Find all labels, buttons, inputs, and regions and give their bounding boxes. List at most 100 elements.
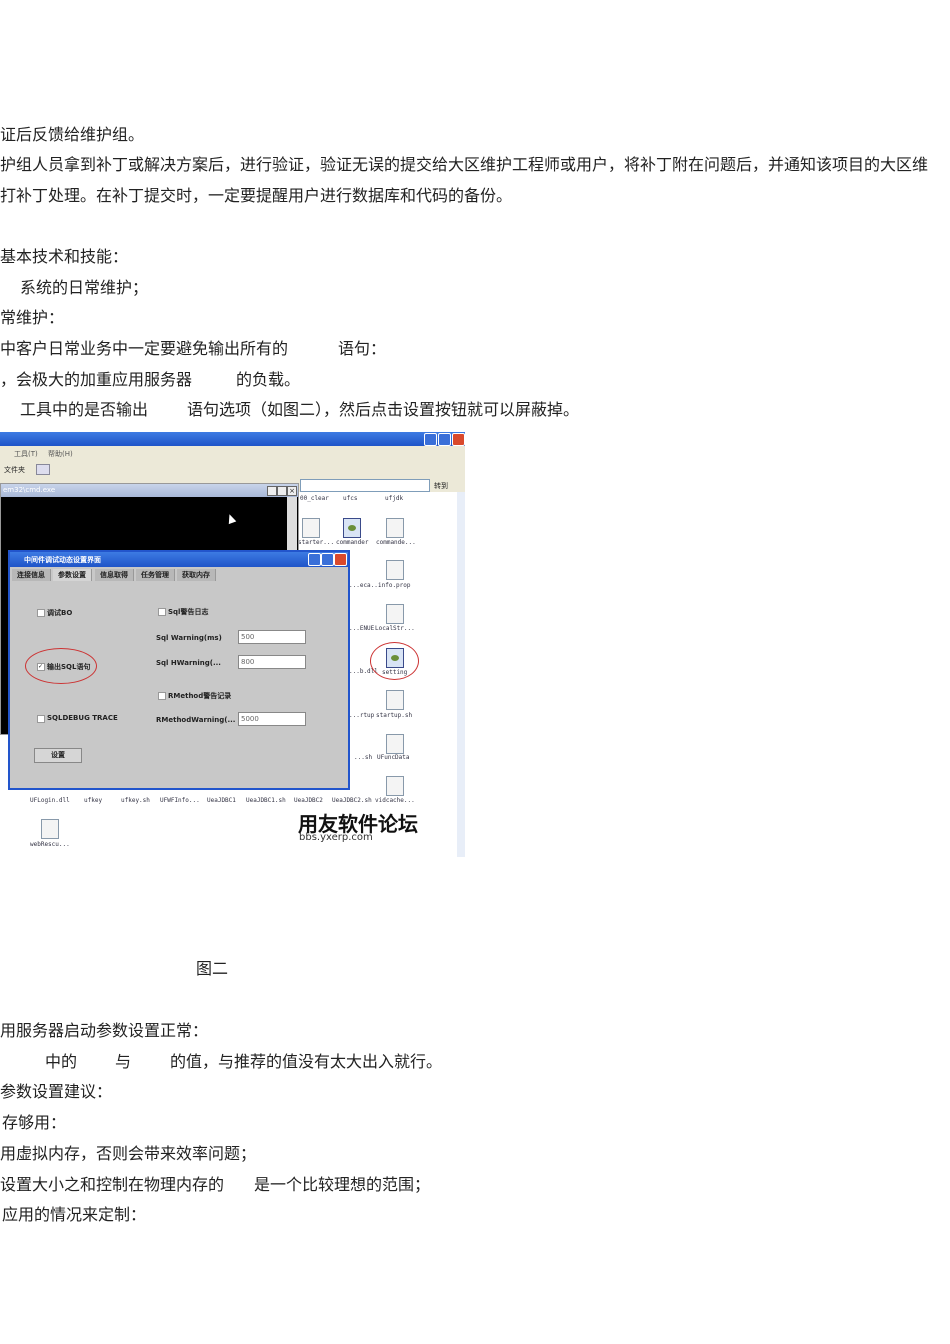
rmethod-warning-label: RMethodWarning(... bbox=[156, 716, 236, 724]
file-label: info.prop bbox=[378, 582, 411, 589]
rmethod-warn-log-checkbox[interactable] bbox=[158, 692, 166, 700]
text-line: 证后反馈给维护组。 bbox=[0, 125, 145, 144]
text-line: 用服务器启动参数设置正常： bbox=[0, 1021, 209, 1040]
text-line: 是一个比较理想的范围； bbox=[254, 1175, 431, 1194]
file-label: vidcache... bbox=[375, 797, 415, 804]
file-label: ufkey.sh bbox=[121, 797, 150, 804]
set-button[interactable]: 设置 bbox=[34, 748, 82, 763]
sql-hwarning-label: Sql HWarning(... bbox=[156, 659, 221, 667]
text-line: 中客户日常业务中一定要避免输出所有的 bbox=[0, 339, 289, 358]
cmd-title-bar: em32\cmd.exe × bbox=[1, 484, 298, 497]
cmd-title: em32\cmd.exe bbox=[3, 486, 56, 494]
text-line: 护组人员拿到补丁或解决方案后，进行验证，验证无误的提交给大区维护工程师或用户，将… bbox=[0, 155, 929, 174]
sql-warning-label: Sql Warning(ms) bbox=[156, 634, 222, 642]
minimize-icon[interactable] bbox=[267, 486, 277, 496]
file-icon[interactable] bbox=[386, 560, 404, 580]
explorer-title-bar bbox=[0, 432, 465, 446]
file-label: ...rtup bbox=[349, 712, 375, 719]
text-line: 工具中的是否输出 bbox=[20, 400, 149, 419]
close-icon[interactable]: × bbox=[287, 486, 297, 496]
file-label: UeaJDBC2.sh bbox=[332, 797, 372, 804]
text-line: 与 bbox=[115, 1052, 132, 1071]
file-icon[interactable] bbox=[386, 518, 404, 538]
debug-bo-label: 调试BO bbox=[47, 609, 73, 617]
dialog-title: 中间件调试动态设置界面 bbox=[24, 556, 101, 564]
file-label: 00_clear bbox=[300, 495, 329, 502]
file-icon[interactable] bbox=[386, 604, 404, 624]
tab-tasks[interactable]: 任务管理 bbox=[136, 569, 175, 581]
section-heading: 基本技术和技能： bbox=[0, 247, 129, 266]
folders-button[interactable]: 文件夹 bbox=[4, 465, 25, 475]
tab-connection[interactable]: 连接信息 bbox=[12, 569, 51, 581]
settings-dialog: 中间件调试动态设置界面 连接信息 参数设置 信息取得 任务管理 获取内存 调试B… bbox=[8, 550, 350, 790]
sql-warning-input[interactable]: 500 bbox=[238, 630, 306, 644]
menu-tools[interactable]: 工具(T) bbox=[14, 449, 38, 459]
file-icon[interactable] bbox=[386, 690, 404, 710]
file-label: commander bbox=[336, 539, 369, 546]
sqldebug-trace-label: SQLDEBUG TRACE bbox=[47, 714, 118, 722]
figure-screenshot: 工具(T) 帮助(H) 文件夹 转到 00_clear ufcs ufjdk s… bbox=[0, 432, 465, 857]
scrollbar[interactable] bbox=[457, 492, 465, 857]
maximize-icon[interactable] bbox=[321, 553, 334, 566]
document-page: 证后反馈给维护组。 护组人员拿到补丁或解决方案后，进行验证，验证无误的提交给大区… bbox=[0, 0, 950, 1344]
text-line: 存够用： bbox=[2, 1113, 67, 1132]
file-label: LocalStr... bbox=[375, 625, 415, 632]
figure-caption: 图二 bbox=[196, 959, 229, 978]
file-label: ...sh bbox=[354, 754, 373, 761]
text-line: 应用的情况来定制： bbox=[2, 1205, 147, 1224]
file-label: ufkey bbox=[84, 797, 103, 804]
close-icon[interactable] bbox=[334, 553, 347, 566]
text-line: 中的 bbox=[45, 1052, 78, 1071]
file-label: ...ENUE bbox=[349, 625, 375, 632]
file-label: starter... bbox=[298, 539, 335, 546]
minimize-icon[interactable] bbox=[424, 433, 437, 446]
watermark-url: bbs.yxerp.com bbox=[299, 832, 373, 843]
file-label: UeaJDBC2 bbox=[294, 797, 323, 804]
file-icon[interactable] bbox=[41, 819, 59, 839]
text-line: 的值，与推荐的值没有太大出入就行。 bbox=[170, 1052, 443, 1071]
file-label: startup.sh bbox=[376, 712, 413, 719]
debug-bo-checkbox[interactable] bbox=[37, 609, 45, 617]
text-line: 语句： bbox=[338, 339, 387, 358]
sql-warn-log-checkbox[interactable] bbox=[158, 608, 166, 616]
views-icon[interactable] bbox=[36, 464, 50, 475]
highlight-circle bbox=[370, 642, 419, 680]
text-line: 参数设置建议： bbox=[0, 1082, 113, 1101]
go-button[interactable]: 转到 bbox=[434, 481, 448, 491]
text-line: 语句选项（如图二），然后点击设置按钮就可以屏蔽掉。 bbox=[187, 400, 580, 419]
maximize-icon[interactable] bbox=[438, 433, 451, 446]
file-icon[interactable] bbox=[386, 734, 404, 754]
sql-warn-log-label: Sql警告日志 bbox=[168, 608, 209, 616]
dialog-title-bar: 中间件调试动态设置界面 bbox=[10, 552, 348, 567]
file-label: UeaJDBC1.sh bbox=[246, 797, 286, 804]
text-line: 打补丁处理。在补丁提交时，一定要提醒用户进行数据库和代码的备份。 bbox=[0, 186, 513, 205]
app-icon[interactable] bbox=[343, 518, 361, 538]
rmethod-warning-input[interactable]: 5000 bbox=[238, 712, 306, 726]
tab-parameters[interactable]: 参数设置 bbox=[53, 569, 92, 581]
text-line: 设置大小之和控制在物理内存的 bbox=[0, 1175, 225, 1194]
file-icon[interactable] bbox=[386, 776, 404, 796]
address-input[interactable] bbox=[300, 479, 430, 492]
toolbar: 文件夹 bbox=[0, 461, 465, 479]
file-label: webRescu... bbox=[30, 841, 70, 848]
tab-memory[interactable]: 获取内存 bbox=[177, 569, 216, 581]
file-label: UeaJDBC1 bbox=[207, 797, 236, 804]
sql-hwarning-input[interactable]: 800 bbox=[238, 655, 306, 669]
tab-info[interactable]: 信息取得 bbox=[95, 569, 134, 581]
file-icon[interactable] bbox=[302, 518, 320, 538]
text-line: 的负载。 bbox=[236, 370, 301, 389]
rmethod-warn-log-label: RMethod警告记录 bbox=[168, 692, 232, 700]
text-line: 系统的日常维护； bbox=[20, 278, 149, 297]
close-icon[interactable] bbox=[452, 433, 465, 446]
sqldebug-trace-checkbox[interactable] bbox=[37, 715, 45, 723]
file-label: ufjdk bbox=[385, 495, 404, 502]
file-label: UFuncData bbox=[377, 754, 410, 761]
file-label: UFLogin.dll bbox=[30, 797, 70, 804]
minimize-icon[interactable] bbox=[308, 553, 321, 566]
menu-help[interactable]: 帮助(H) bbox=[48, 449, 73, 459]
maximize-icon[interactable] bbox=[277, 486, 287, 496]
file-label: ufcs bbox=[343, 495, 358, 502]
file-label: commande... bbox=[376, 539, 416, 546]
tab-bar: 连接信息 参数设置 信息取得 任务管理 获取内存 bbox=[12, 569, 312, 581]
file-label: UFWFInfo... bbox=[160, 797, 200, 804]
